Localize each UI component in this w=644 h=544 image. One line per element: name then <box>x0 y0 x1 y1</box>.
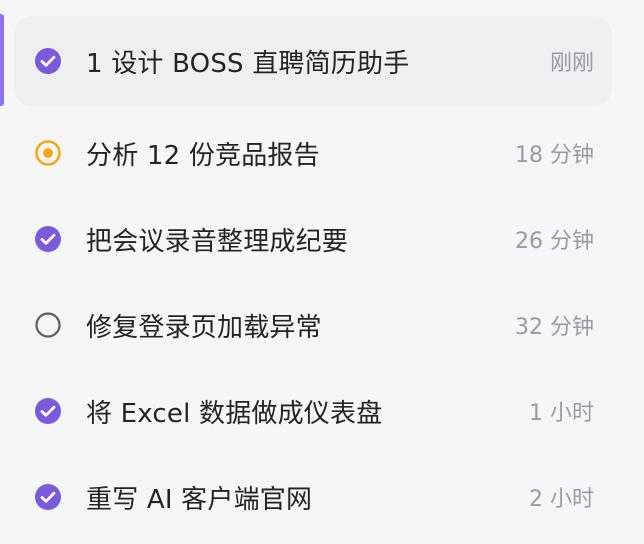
empty-circle-icon <box>34 311 62 339</box>
check-circle-icon <box>34 47 62 75</box>
task-title: 修复登录页加载异常 <box>86 312 322 343</box>
progress-dot-icon <box>34 139 62 167</box>
task-time: 32 分钟 <box>515 315 594 340</box>
task-title: 重写 AI 客户端官网 <box>86 484 313 515</box>
check-circle-icon <box>34 397 62 425</box>
task-title: 分析 12 份竞品报告 <box>86 140 320 171</box>
active-indicator <box>0 14 4 106</box>
task-time: 刚刚 <box>549 51 594 76</box>
task-title: 把会议录音整理成纪要 <box>86 226 349 257</box>
task-time: 2 小时 <box>529 487 594 512</box>
check-circle-icon <box>34 225 62 253</box>
check-circle-icon <box>34 483 62 511</box>
task-time: 18 分钟 <box>515 143 594 168</box>
task-time: 26 分钟 <box>515 229 594 254</box>
task-row[interactable]: 重写 AI 客户端官网 2 小时 <box>14 452 612 542</box>
task-row[interactable]: 1 设计 BOSS 直聘简历助手 刚刚 <box>14 16 612 106</box>
task-title: 1 设计 BOSS 直聘简历助手 <box>86 48 410 79</box>
task-title: 将 Excel 数据做成仪表盘 <box>86 398 383 429</box>
task-time: 1 小时 <box>529 401 594 426</box>
task-row[interactable]: 分析 12 份竞品报告 18 分钟 <box>14 108 612 198</box>
task-row[interactable]: 把会议录音整理成纪要 26 分钟 <box>14 194 612 284</box>
task-history-panel: 1 设计 BOSS 直聘简历助手 刚刚 分析 12 份竞品报告 18 分钟 把会… <box>0 0 644 544</box>
task-row[interactable]: 修复登录页加载异常 32 分钟 <box>14 280 612 370</box>
task-row[interactable]: 将 Excel 数据做成仪表盘 1 小时 <box>14 366 612 456</box>
